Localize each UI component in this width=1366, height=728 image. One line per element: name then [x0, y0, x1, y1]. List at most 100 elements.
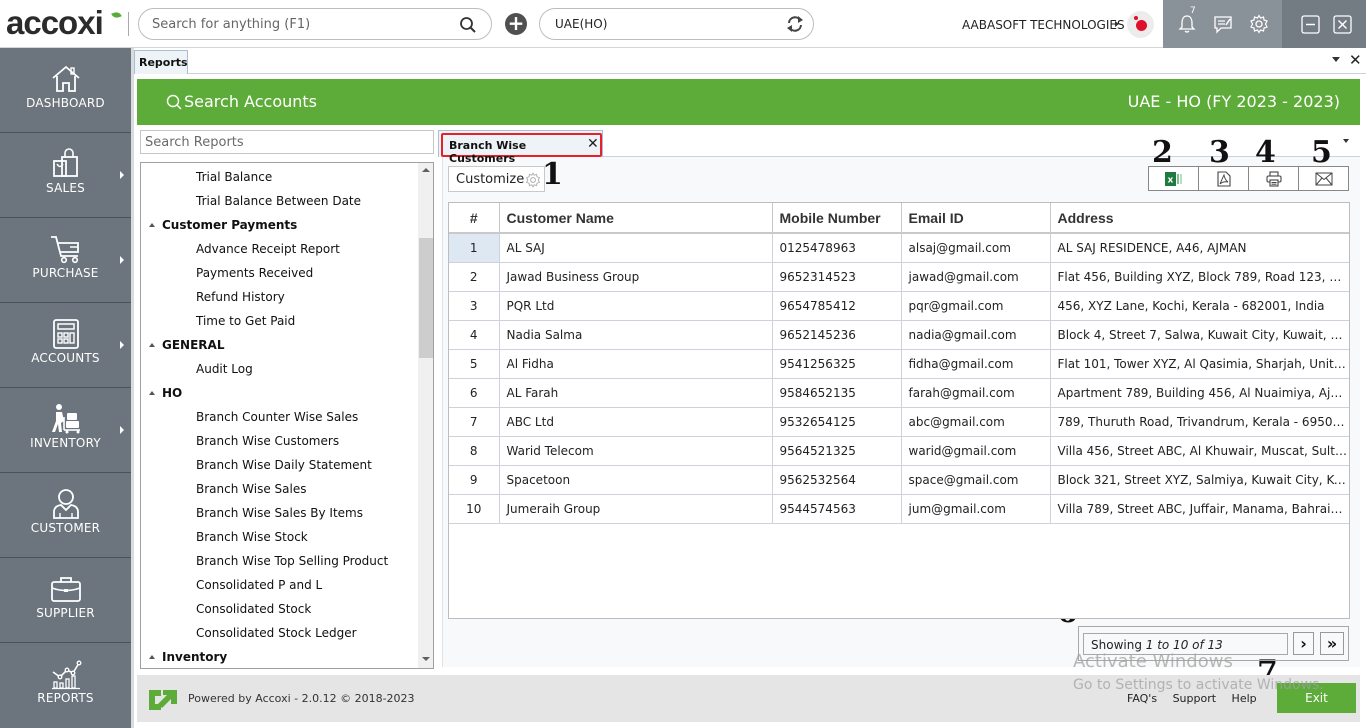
table-cell: Warid Telecom [499, 436, 773, 466]
collapse-caret-icon[interactable] [149, 223, 155, 227]
nav-item-dashboard[interactable]: DASHBOARD [0, 48, 131, 133]
search-reports-box[interactable] [140, 130, 434, 154]
tree-group[interactable]: Customer Payments [141, 213, 417, 237]
table-row[interactable]: 5 Al Fidha 9541256325 fidha@gmail.com Flat 1… [449, 349, 1349, 379]
table-row[interactable]: 9 Spacetoon 9562532564 space@gmail.com Block… [449, 465, 1349, 495]
table-row[interactable]: 1 AL SAJ 0125478963 alsaj@gmail.com AL SAJ R… [449, 233, 1349, 263]
tree-item-label: Audit Log [196, 362, 253, 376]
switch-branch-icon[interactable] [785, 14, 805, 38]
tree-item[interactable]: Consolidated Stock [141, 597, 417, 621]
help-link[interactable]: Help [1232, 692, 1257, 705]
table-cell: Block 321, Street XYZ, Salmiya, Kuwait C… [1050, 465, 1349, 495]
tab-label: Branch Wise Customers [441, 133, 602, 165]
tree-item[interactable]: Branch Wise Top Selling Product [141, 549, 417, 573]
submenu-arrow-icon [120, 256, 124, 264]
last-page-button[interactable]: » [1320, 632, 1344, 655]
tree-item[interactable]: Advance Receipt Report [141, 237, 417, 261]
footer-links: FAQ's Support Help [1127, 692, 1269, 705]
collapse-caret-icon[interactable] [149, 343, 155, 347]
tab-reports[interactable]: Reports [134, 50, 188, 74]
table-row[interactable]: 7 ABC Ltd 9532654125 abc@gmail.com 789, Thur… [449, 407, 1349, 437]
column-header[interactable]: Address [1050, 203, 1349, 234]
column-header[interactable]: Customer Name [499, 203, 773, 234]
branch-selector[interactable]: UAE(HO) [539, 8, 814, 40]
tab-branch-wise-customers[interactable]: Branch Wise Customers ✕ [438, 130, 603, 165]
tree-item[interactable]: Payments Received [141, 261, 417, 285]
nav-item-inventory[interactable]: INVENTORY [0, 388, 131, 473]
table-cell: jum@gmail.com [901, 494, 1051, 524]
table-row[interactable]: 4 Nadia Salma 9652145236 nadia@gmail.com Blo… [449, 320, 1349, 350]
email-button[interactable] [1299, 167, 1348, 190]
tree-item[interactable]: Branch Wise Daily Statement [141, 453, 417, 477]
table-cell: AL SAJ [499, 233, 773, 263]
nav-item-purchase[interactable]: PURCHASE [0, 218, 131, 303]
tree-group[interactable]: GENERAL [141, 333, 417, 357]
collapse-caret-icon[interactable] [149, 391, 155, 395]
panel-dropdown-icon[interactable] [1343, 139, 1349, 143]
column-header[interactable]: # [449, 203, 500, 234]
table-cell: Flat 456, Building XYZ, Block 789, Road … [1050, 262, 1349, 292]
collapse-caret-icon[interactable] [149, 655, 155, 659]
nav-item-supplier[interactable]: SUPPLIER [0, 558, 131, 643]
table-row[interactable]: 2 Jawad Business Group 9652314523 jawad@gma… [449, 262, 1349, 292]
minimize-icon[interactable] [1301, 15, 1320, 38]
next-page-button[interactable]: › [1293, 632, 1314, 655]
close-tab-icon[interactable]: ✕ [1349, 51, 1362, 69]
pdf-export-button[interactable] [1199, 167, 1249, 190]
tree-item[interactable]: Branch Wise Sales [141, 477, 417, 501]
nav-label: DASHBOARD [26, 96, 105, 110]
global-search-box[interactable] [138, 8, 492, 40]
table-row[interactable]: 6 AL Farah 9584652135 farah@gmail.com Apartm… [449, 378, 1349, 408]
tree-item[interactable]: Trial Balance Between Date [141, 189, 417, 213]
company-menu-arrow-icon[interactable] [1115, 21, 1119, 27]
tree-group[interactable]: HO [141, 381, 417, 405]
nav-item-customer[interactable]: CUSTOMER [0, 473, 131, 558]
tree-item[interactable]: Trial Balance [141, 165, 417, 189]
tree-item[interactable]: Branch Wise Stock [141, 525, 417, 549]
nav-item-sales[interactable]: SALES [0, 133, 131, 218]
table-row[interactable]: 3 PQR Ltd 9654785412 pqr@gmail.com 456, XYZ … [449, 291, 1349, 321]
table-row[interactable]: 10 Jumeraih Group 9544574563 jum@gmail.com V… [449, 494, 1349, 524]
tree-scrollbar[interactable] [418, 163, 433, 668]
nav-item-accounts[interactable]: ACCOUNTS [0, 303, 131, 388]
tree-item[interactable]: Time to Get Paid [141, 309, 417, 333]
tree-item[interactable]: Branch Wise Sales By Items [141, 501, 417, 525]
tree-item[interactable]: Audit Log [141, 357, 417, 381]
tree-group[interactable]: Inventory [141, 645, 417, 668]
tree-item[interactable]: Consolidated Stock Ledger [141, 621, 417, 645]
message-icon[interactable] [1213, 14, 1233, 38]
search-reports-input[interactable] [145, 134, 425, 151]
tree-item-label: Payments Received [196, 266, 314, 280]
support-link[interactable]: Support [1173, 692, 1216, 705]
tree-item[interactable]: Consolidated P and L [141, 573, 417, 597]
customize-button[interactable]: Customize [448, 166, 545, 192]
print-button[interactable] [1249, 167, 1299, 190]
column-header[interactable]: Mobile Number [772, 203, 902, 234]
settings-gear-icon[interactable] [1249, 14, 1269, 38]
search-icon[interactable] [459, 16, 477, 38]
close-report-tab-icon[interactable]: ✕ [587, 136, 599, 152]
search-accounts-button[interactable]: Search Accounts [166, 92, 317, 111]
add-new-button[interactable]: + [505, 13, 527, 35]
scrollbar-thumb[interactable] [419, 238, 433, 358]
user-avatar[interactable] [1127, 11, 1154, 38]
bell-icon[interactable] [1178, 14, 1196, 38]
table-cell: 456, XYZ Lane, Kochi, Kerala - 682001, I… [1050, 291, 1349, 321]
tree-item-label: Advance Receipt Report [196, 242, 340, 256]
nav-item-reports[interactable]: REPORTS [0, 643, 131, 728]
global-search-input[interactable] [152, 14, 452, 34]
home-icon [52, 65, 80, 92]
tab-list-dropdown-icon[interactable] [1332, 57, 1340, 62]
scroll-down-arrow-icon[interactable] [422, 657, 430, 661]
column-header[interactable]: Email ID [901, 203, 1051, 234]
scroll-up-arrow-icon[interactable] [422, 168, 430, 172]
table-row[interactable]: 8 Warid Telecom 9564521325 warid@gmail.com V… [449, 436, 1349, 466]
tree-item[interactable]: Branch Wise Customers [141, 429, 417, 453]
company-name[interactable]: AABASOFT TECHNOLOGIES [962, 18, 1125, 32]
close-window-icon[interactable] [1333, 15, 1352, 38]
tree-item[interactable]: Refund History [141, 285, 417, 309]
tree-item-label: Branch Wise Customers [196, 434, 340, 448]
faq-link[interactable]: FAQ's [1127, 692, 1157, 705]
tree-item[interactable]: Branch Counter Wise Sales [141, 405, 417, 429]
excel-export-button[interactable]: x [1149, 167, 1199, 190]
